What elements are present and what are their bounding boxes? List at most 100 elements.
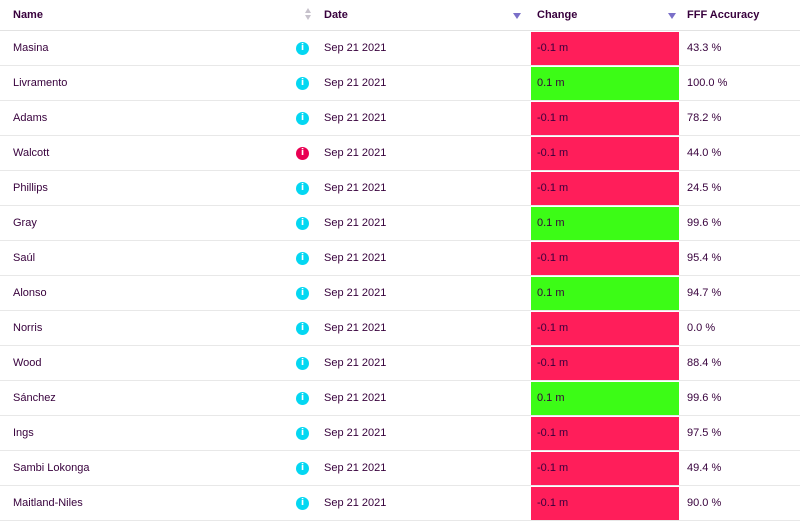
info-icon[interactable]: i: [296, 251, 309, 265]
change-value: 0.1 m: [531, 66, 679, 100]
info-icon[interactable]: i: [296, 146, 309, 160]
table-row[interactable]: Livramento i Sep 21 2021 0.1 m 100.0 %: [0, 65, 800, 101]
accuracy-cell: 0.0 %: [681, 310, 800, 346]
info-cell: i: [296, 415, 324, 451]
table-header-row: Name Date Change FFF Accuracy: [0, 0, 800, 31]
player-name: Norris: [13, 322, 43, 334]
info-icon[interactable]: i: [296, 76, 309, 90]
table-row[interactable]: Saúl i Sep 21 2021 -0.1 m 95.4 %: [0, 240, 800, 276]
table-row[interactable]: Sánchez i Sep 21 2021 0.1 m 99.6 %: [0, 380, 800, 416]
table-row[interactable]: Walcott i Sep 21 2021 -0.1 m 44.0 %: [0, 135, 800, 171]
change-filter-dropdown-icon[interactable]: [668, 13, 676, 19]
accuracy-value: 97.5 %: [687, 427, 722, 439]
change-value: -0.1 m: [531, 416, 679, 450]
price-change-table: Name Date Change FFF Accuracy Masina i Sep…: [0, 0, 800, 521]
info-icon[interactable]: i: [296, 41, 309, 55]
header-change[interactable]: Change: [531, 0, 681, 31]
header-accuracy-label: FFF Accuracy: [687, 9, 760, 21]
date-cell: Sep 21 2021: [324, 135, 531, 171]
header-date[interactable]: Date: [324, 0, 531, 31]
table-row[interactable]: Wood i Sep 21 2021 -0.1 m 88.4 %: [0, 345, 800, 381]
table-row[interactable]: Masina i Sep 21 2021 -0.1 m 43.3 %: [0, 30, 800, 66]
info-icon[interactable]: i: [296, 321, 309, 335]
player-name: Walcott: [13, 147, 50, 159]
accuracy-cell: 44.0 %: [681, 135, 800, 171]
info-icon[interactable]: i: [296, 181, 309, 195]
table-row[interactable]: Adams i Sep 21 2021 -0.1 m 78.2 %: [0, 100, 800, 136]
date-cell: Sep 21 2021: [324, 275, 531, 311]
info-icon[interactable]: i: [296, 216, 309, 230]
change-value: -0.1 m: [531, 171, 679, 205]
table-row[interactable]: Maitland-Niles i Sep 21 2021 -0.1 m 90.0 %: [0, 485, 800, 521]
info-cell: i: [296, 65, 324, 101]
info-cell: i: [296, 135, 324, 171]
info-icon[interactable]: i: [296, 111, 309, 125]
change-cell: -0.1 m: [531, 450, 681, 486]
header-accuracy[interactable]: FFF Accuracy: [681, 0, 800, 31]
date-cell: Sep 21 2021: [324, 240, 531, 276]
table-row[interactable]: Ings i Sep 21 2021 -0.1 m 97.5 %: [0, 415, 800, 451]
change-date: Sep 21 2021: [324, 497, 387, 509]
date-filter-dropdown-icon[interactable]: [513, 13, 521, 19]
player-name-cell: Phillips: [0, 170, 296, 206]
player-name: Adams: [13, 112, 48, 124]
accuracy-cell: 99.6 %: [681, 205, 800, 241]
accuracy-value: 99.6 %: [687, 392, 722, 404]
accuracy-cell: 24.5 %: [681, 170, 800, 206]
change-value: -0.1 m: [531, 136, 679, 170]
table-row[interactable]: Alonso i Sep 21 2021 0.1 m 94.7 %: [0, 275, 800, 311]
table-row[interactable]: Norris i Sep 21 2021 -0.1 m 0.0 %: [0, 310, 800, 346]
player-name: Saúl: [13, 252, 36, 264]
info-icon[interactable]: i: [296, 426, 309, 440]
accuracy-cell: 99.6 %: [681, 380, 800, 416]
player-name-cell: Livramento: [0, 65, 296, 101]
accuracy-value: 78.2 %: [687, 112, 722, 124]
player-name-cell: Adams: [0, 100, 296, 136]
change-cell: -0.1 m: [531, 30, 681, 66]
change-date: Sep 21 2021: [324, 217, 387, 229]
accuracy-value: 90.0 %: [687, 497, 722, 509]
info-cell: i: [296, 240, 324, 276]
date-cell: Sep 21 2021: [324, 345, 531, 381]
accuracy-cell: 90.0 %: [681, 485, 800, 521]
info-icon[interactable]: i: [296, 356, 309, 370]
accuracy-value: 44.0 %: [687, 147, 722, 159]
accuracy-value: 100.0 %: [687, 77, 728, 89]
header-info: [296, 0, 324, 31]
change-cell: 0.1 m: [531, 65, 681, 101]
change-cell: -0.1 m: [531, 170, 681, 206]
info-icon[interactable]: i: [296, 391, 309, 405]
table-row[interactable]: Sambi Lokonga i Sep 21 2021 -0.1 m 49.4 %: [0, 450, 800, 486]
header-date-label: Date: [324, 9, 348, 21]
player-name-cell: Masina: [0, 30, 296, 66]
date-cell: Sep 21 2021: [324, 380, 531, 416]
change-value: 0.1 m: [531, 381, 679, 415]
date-cell: Sep 21 2021: [324, 450, 531, 486]
player-name: Phillips: [13, 182, 48, 194]
info-cell: i: [296, 275, 324, 311]
change-date: Sep 21 2021: [324, 147, 387, 159]
table-row[interactable]: Gray i Sep 21 2021 0.1 m 99.6 %: [0, 205, 800, 241]
player-name-cell: Alonso: [0, 275, 296, 311]
player-name-cell: Gray: [0, 205, 296, 241]
accuracy-value: 88.4 %: [687, 357, 722, 369]
table-row[interactable]: Phillips i Sep 21 2021 -0.1 m 24.5 %: [0, 170, 800, 206]
info-cell: i: [296, 310, 324, 346]
header-name-label: Name: [13, 9, 43, 21]
info-icon[interactable]: i: [296, 286, 309, 300]
player-name: Livramento: [13, 77, 68, 89]
header-name[interactable]: Name: [0, 0, 311, 31]
accuracy-cell: 95.4 %: [681, 240, 800, 276]
change-cell: 0.1 m: [531, 275, 681, 311]
change-cell: -0.1 m: [531, 100, 681, 136]
accuracy-value: 95.4 %: [687, 252, 722, 264]
info-icon[interactable]: i: [296, 496, 309, 510]
header-change-label: Change: [537, 9, 578, 21]
player-name-cell: Maitland-Niles: [0, 485, 296, 521]
change-value: -0.1 m: [531, 311, 679, 345]
player-name: Sánchez: [13, 392, 56, 404]
change-value: 0.1 m: [531, 276, 679, 310]
info-icon[interactable]: i: [296, 461, 309, 475]
accuracy-cell: 100.0 %: [681, 65, 800, 101]
change-cell: -0.1 m: [531, 240, 681, 276]
